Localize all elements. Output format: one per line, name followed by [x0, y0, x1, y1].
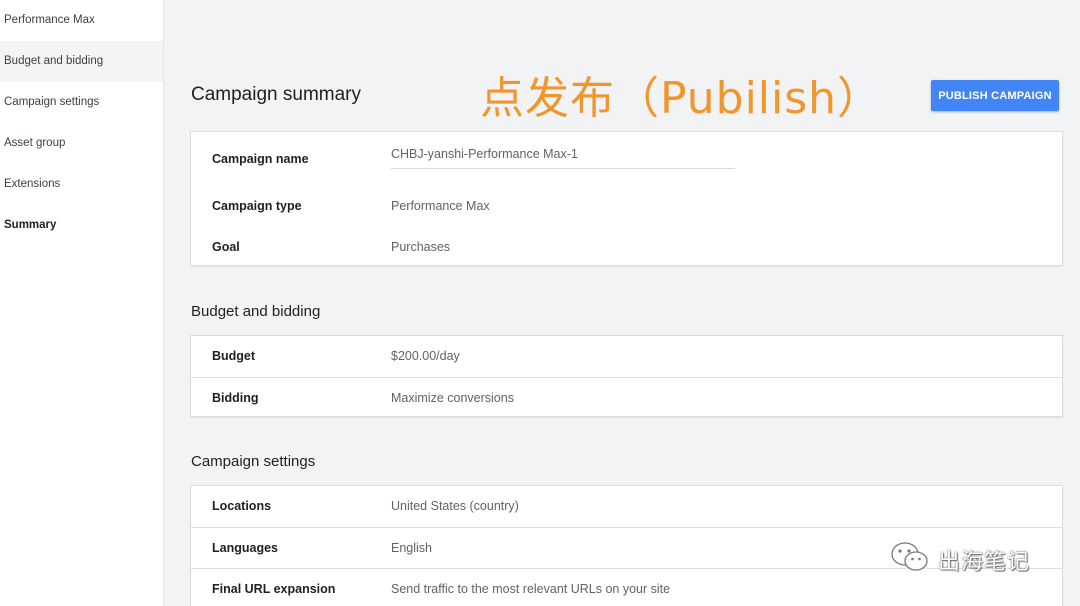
- campaign-name-value[interactable]: CHBJ-yanshi-Performance Max-1: [391, 147, 578, 161]
- goal-label: Goal: [212, 240, 240, 254]
- languages-label: Languages: [212, 541, 278, 555]
- campaign-name-row: Campaign name CHBJ-yanshi-Performance Ma…: [191, 132, 1062, 267]
- sidebar-item-performance-max[interactable]: Performance Max: [0, 0, 163, 41]
- bidding-row: Bidding Maximize conversions: [191, 377, 1062, 417]
- watermark: 出海笔记: [890, 540, 1030, 579]
- campaign-type-value: Performance Max: [391, 199, 490, 213]
- sidebar-item-extensions[interactable]: Extensions: [0, 164, 163, 205]
- bidding-label: Bidding: [212, 391, 259, 405]
- sidebar-item-budget-and-bidding[interactable]: Budget and bidding: [0, 41, 163, 82]
- final-url-expansion-value: Send traffic to the most relevant URLs o…: [391, 582, 671, 596]
- publish-annotation: 点发布（Pubilish）: [480, 73, 883, 124]
- main-content: Campaign summary 点发布（Pubilish） PUBLISH C…: [164, 0, 1080, 606]
- campaign-name-label: Campaign name: [212, 152, 309, 166]
- sidebar-item-summary[interactable]: Summary: [0, 205, 163, 246]
- languages-value: English: [391, 541, 432, 555]
- goal-value: Purchases: [391, 240, 451, 254]
- budget-section-title: Budget and bidding: [191, 303, 321, 320]
- sidebar-item-asset-group[interactable]: Asset group: [0, 123, 163, 164]
- budget-row: Budget $200.00/day: [191, 336, 1062, 377]
- wechat-icon: [890, 540, 930, 579]
- locations-value: United States (country): [391, 499, 519, 513]
- budget-label: Budget: [212, 349, 256, 363]
- page-title: Campaign summary: [191, 84, 361, 105]
- budget-value: $200.00/day: [391, 349, 460, 363]
- bidding-value: Maximize conversions: [391, 391, 514, 405]
- campaign-type-label: Campaign type: [212, 199, 302, 213]
- summary-card: Campaign name CHBJ-yanshi-Performance Ma…: [190, 131, 1063, 266]
- sidebar: Performance Max Budget and bidding Campa…: [0, 0, 164, 606]
- sidebar-item-campaign-settings[interactable]: Campaign settings: [0, 82, 163, 123]
- budget-card: Budget $200.00/day Bidding Maximize conv…: [190, 335, 1063, 417]
- publish-campaign-button[interactable]: PUBLISH CAMPAIGN: [931, 80, 1059, 111]
- campaign-name-underline: [391, 168, 735, 169]
- locations-row: Locations United States (country): [191, 486, 1062, 527]
- watermark-text: 出海笔记: [938, 549, 1031, 575]
- settings-section-title: Campaign settings: [191, 453, 316, 470]
- locations-label: Locations: [212, 499, 272, 513]
- final-url-expansion-label: Final URL expansion: [212, 582, 336, 596]
